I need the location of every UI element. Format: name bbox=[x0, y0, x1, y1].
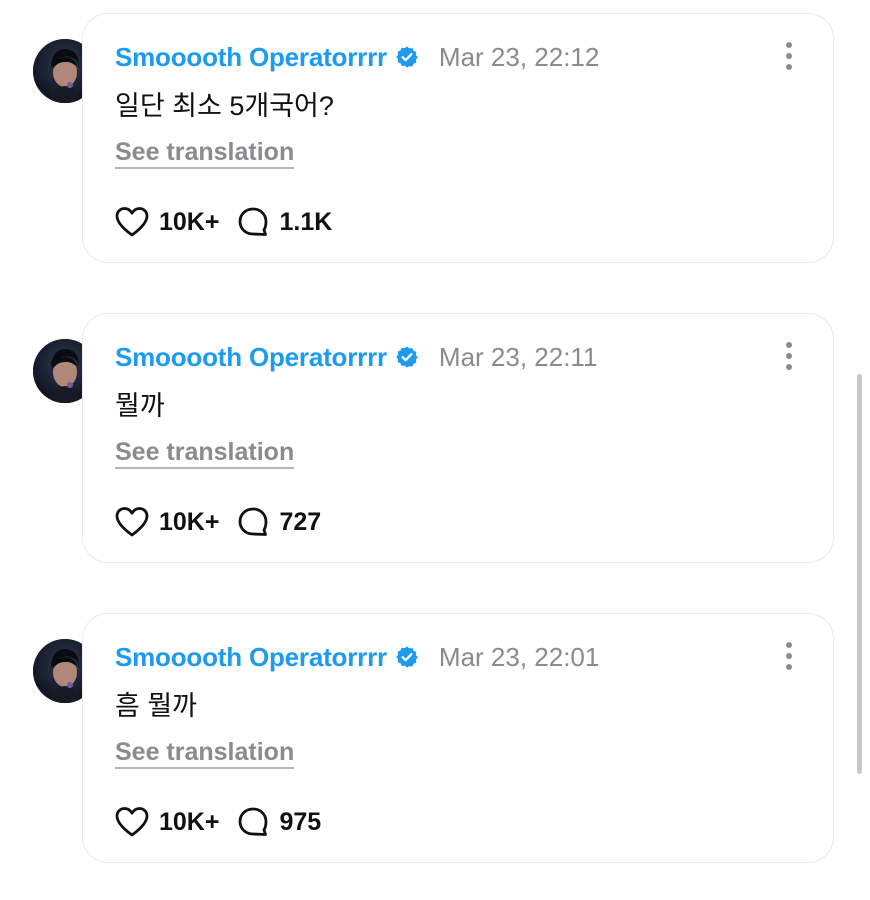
like-button[interactable]: 10K+ bbox=[115, 206, 219, 238]
reply-button[interactable]: 1.1K bbox=[237, 206, 332, 238]
see-translation-link[interactable]: See translation bbox=[115, 138, 295, 169]
like-button[interactable]: 10K+ bbox=[115, 506, 219, 538]
comment-actions: 10K+ 975 bbox=[115, 802, 321, 842]
more-options-icon[interactable] bbox=[783, 642, 795, 670]
author-name[interactable]: Smooooth Operatorrrr bbox=[115, 342, 387, 373]
speech-bubble-icon bbox=[237, 206, 269, 238]
heart-icon bbox=[115, 206, 149, 238]
comment-header: Smooooth Operatorrrr Mar 23, 22:01 bbox=[115, 640, 599, 674]
comment-header: Smooooth Operatorrrr Mar 23, 22:11 bbox=[115, 340, 597, 374]
author-name[interactable]: Smooooth Operatorrrr bbox=[115, 642, 387, 673]
author-name[interactable]: Smooooth Operatorrrr bbox=[115, 42, 387, 73]
like-count: 10K+ bbox=[159, 807, 220, 836]
reply-count: 727 bbox=[279, 507, 322, 536]
comment-text: 일단 최소 5개국어? bbox=[115, 91, 334, 121]
comment-post: Smooooth Operatorrrr Mar 23, 22:12 일단 최소… bbox=[0, 13, 870, 265]
speech-bubble-icon bbox=[237, 806, 269, 838]
timestamp: Mar 23, 22:01 bbox=[438, 641, 600, 672]
comment-actions: 10K+ 727 bbox=[115, 502, 321, 542]
more-options-icon[interactable] bbox=[783, 342, 795, 370]
reply-button[interactable]: 975 bbox=[237, 806, 321, 838]
comment-card: Smooooth Operatorrrr Mar 23, 22:01 흠 뭘까 … bbox=[82, 613, 834, 863]
speech-bubble-icon bbox=[237, 506, 269, 538]
comment-card: Smooooth Operatorrrr Mar 23, 22:12 일단 최소… bbox=[82, 13, 834, 263]
like-count: 10K+ bbox=[159, 507, 220, 536]
comment-feed: Smooooth Operatorrrr Mar 23, 22:12 일단 최소… bbox=[0, 0, 870, 900]
comment-text: 뭘까 bbox=[115, 391, 165, 421]
verified-badge-icon bbox=[395, 645, 419, 669]
comment-header: Smooooth Operatorrrr Mar 23, 22:12 bbox=[115, 40, 599, 74]
timestamp: Mar 23, 22:12 bbox=[438, 41, 600, 72]
like-button[interactable]: 10K+ bbox=[115, 806, 219, 838]
comment-post: Smooooth Operatorrrr Mar 23, 22:11 뭘까 Se… bbox=[0, 313, 870, 565]
see-translation-link[interactable]: See translation bbox=[115, 438, 295, 469]
verified-badge-icon bbox=[395, 345, 419, 369]
comment-actions: 10K+ 1.1K bbox=[115, 202, 332, 242]
heart-icon bbox=[115, 806, 149, 838]
see-translation-link[interactable]: See translation bbox=[115, 738, 295, 769]
comment-text: 흠 뭘까 bbox=[115, 691, 198, 721]
comment-post: Smooooth Operatorrrr Mar 23, 22:01 흠 뭘까 … bbox=[0, 613, 870, 865]
timestamp: Mar 23, 22:11 bbox=[438, 341, 598, 372]
more-options-icon[interactable] bbox=[783, 42, 795, 70]
reply-count: 1.1K bbox=[279, 207, 333, 236]
like-count: 10K+ bbox=[159, 207, 220, 236]
heart-icon bbox=[115, 506, 149, 538]
scrollbar[interactable] bbox=[857, 374, 862, 774]
comment-card: Smooooth Operatorrrr Mar 23, 22:11 뭘까 Se… bbox=[82, 313, 834, 563]
verified-badge-icon bbox=[395, 45, 419, 69]
reply-button[interactable]: 727 bbox=[237, 506, 321, 538]
reply-count: 975 bbox=[279, 807, 322, 836]
